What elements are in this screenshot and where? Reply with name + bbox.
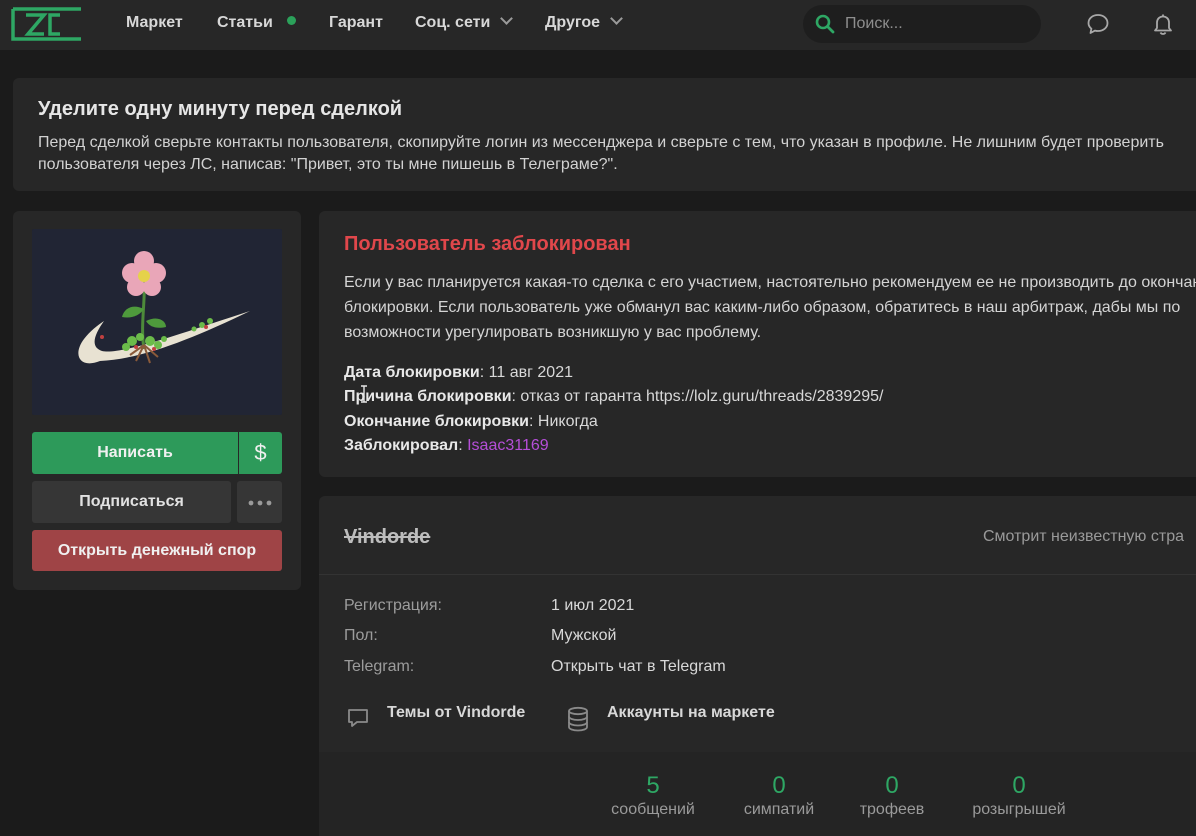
nav-item-other[interactable]: Другое <box>545 12 623 32</box>
banner-title: Уделите одну минуту перед сделкой <box>38 98 403 120</box>
nav-item-articles[interactable]: Статьи <box>217 14 296 32</box>
search-box[interactable] <box>803 5 1041 43</box>
block-end-label: Окончание блокировки <box>344 413 529 430</box>
block-date-row: Дата блокировки: 11 авг 2021 <box>344 364 573 381</box>
subscribe-button[interactable]: Подписаться <box>32 481 231 523</box>
nav-item-guarantor[interactable]: Гарант <box>329 14 383 32</box>
market-accounts-link[interactable]: Аккаунты на маркете <box>607 704 775 722</box>
stat-trophies-label: трофеев <box>859 801 925 818</box>
gender-label: Пол: <box>344 627 378 644</box>
profile-sidebar: Написать $ Подписаться Открыть денежный … <box>13 211 301 590</box>
block-reason-row: Причина блокировки: отказ от гаранта htt… <box>344 388 884 405</box>
registration-value: 1 июл 2021 <box>551 597 635 614</box>
stat-messages-count[interactable]: 5 <box>593 772 713 800</box>
chat-icon[interactable] <box>1086 12 1110 36</box>
chevron-down-icon <box>610 12 623 25</box>
top-navigation: Маркет Статьи Гарант Соц. сети Другое <box>0 0 1196 50</box>
unread-dot-icon <box>286 16 296 25</box>
stat-giveaways-count[interactable]: 0 <box>959 772 1079 800</box>
chevron-down-icon <box>500 12 514 25</box>
profile-username: Vindorde <box>344 526 431 548</box>
more-options-button[interactable] <box>237 481 282 523</box>
nav-item-market[interactable]: Маркет <box>126 14 183 32</box>
nav-label: Другое <box>545 14 600 31</box>
block-reason-value: отказ от гаранта https://lolz.guru/threa… <box>520 388 884 405</box>
warning-banner: Уделите одну минуту перед сделкой Перед … <box>13 78 1196 191</box>
money-transfer-button[interactable]: $ <box>239 432 282 474</box>
blocked-description: Если у вас планируется какая-то сделка с… <box>344 274 1196 341</box>
nav-label: Маркет <box>126 14 183 31</box>
block-end-value: Никогда <box>537 413 598 430</box>
logo-icon[interactable] <box>10 7 84 41</box>
user-threads-link[interactable]: Темы от Vindorde <box>387 704 525 722</box>
banner-text: Перед сделкой сверьте контакты пользоват… <box>38 134 1164 173</box>
gender-value: Мужской <box>551 627 617 644</box>
stat-likes-count[interactable]: 0 <box>719 772 839 800</box>
block-end-row: Окончание блокировки: Никогда <box>344 413 598 430</box>
stat-trophies-count[interactable]: 0 <box>832 772 952 800</box>
comment-icon <box>348 709 368 727</box>
profile-card: Vindorde Смотрит неизвестную стра Регист… <box>319 496 1196 836</box>
nav-item-social[interactable]: Соц. сети <box>415 12 514 32</box>
database-icon <box>568 706 588 732</box>
stat-giveaways-label: розыгрышей <box>972 801 1066 818</box>
nav-label: Гарант <box>329 14 383 31</box>
blocker-user-link[interactable]: Isaac31169 <box>467 437 549 454</box>
search-icon <box>815 14 835 34</box>
search-input[interactable] <box>845 5 1030 43</box>
open-dispute-button[interactable]: Открыть денежный спор <box>32 530 282 571</box>
blocked-notice: Пользователь заблокирован Если у вас пла… <box>319 211 1196 477</box>
write-message-button[interactable]: Написать <box>32 432 238 474</box>
stat-messages-label: сообщений <box>611 801 695 818</box>
bell-icon[interactable] <box>1151 12 1175 36</box>
block-reason-label: Причина блокировки <box>344 388 512 405</box>
more-dots-icon <box>248 500 271 506</box>
nav-label: Статьи <box>217 14 273 31</box>
block-date-label: Дата блокировки <box>344 364 480 381</box>
avatar[interactable] <box>32 229 282 415</box>
text-cursor-icon <box>361 385 367 403</box>
registration-label: Регистрация: <box>344 597 442 614</box>
nav-label: Соц. сети <box>415 14 491 31</box>
telegram-label: Telegram: <box>344 658 415 675</box>
blocked-by-label: Заблокировал <box>344 437 459 454</box>
blocked-by-row: Заблокировал: Isaac31169 <box>344 437 549 454</box>
profile-activity-status: Смотрит неизвестную стра <box>983 528 1184 545</box>
divider <box>319 574 1196 575</box>
telegram-chat-link[interactable]: Открыть чат в Telegram <box>551 658 726 676</box>
block-date-value: 11 авг 2021 <box>488 364 573 381</box>
blocked-title: Пользователь заблокирован <box>344 233 631 255</box>
